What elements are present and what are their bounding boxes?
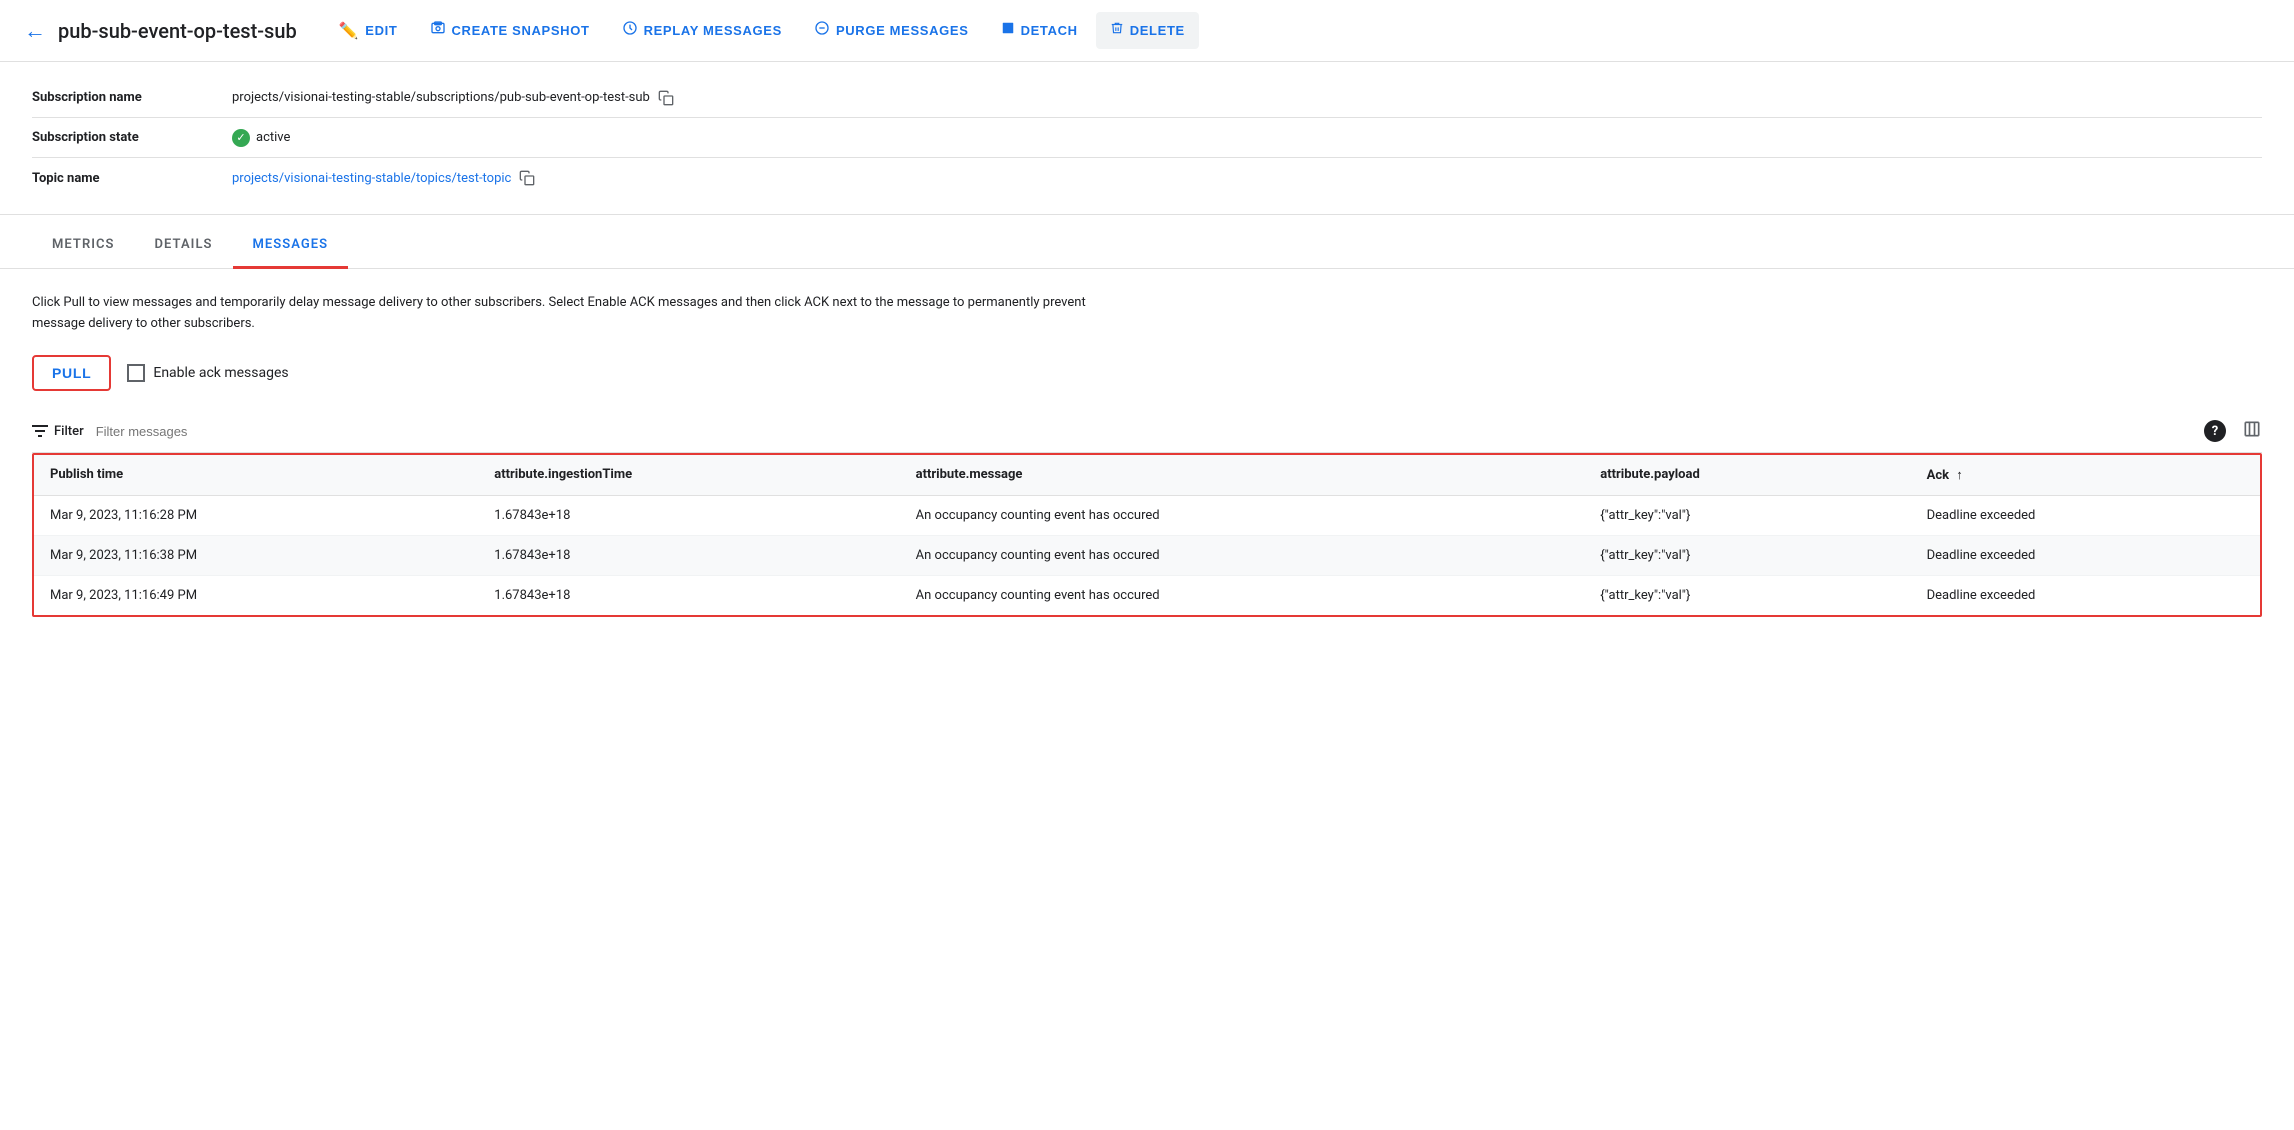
cell-publish_time: Mar 9, 2023, 11:16:38 PM [34, 535, 478, 575]
cell-ingestion_time: 1.67843e+18 [478, 575, 899, 615]
topic-name-link[interactable]: projects/visionai-testing-stable/topics/… [232, 171, 511, 186]
cell-ack: Deadline exceeded [1911, 535, 2260, 575]
replay-messages-button[interactable]: REPLAY MESSAGES [608, 12, 796, 49]
columns-icon[interactable] [2242, 419, 2262, 444]
filter-bar: Filter ? [32, 411, 2262, 453]
toolbar-actions: ✏️ EDIT CREATE SNAPSHOT REPLAY MESSAGES … [325, 12, 1199, 49]
cell-ingestion_time: 1.67843e+18 [478, 535, 899, 575]
ack-messages-checkbox[interactable] [127, 364, 145, 382]
cell-publish_time: Mar 9, 2023, 11:16:49 PM [34, 575, 478, 615]
table-row: Mar 9, 2023, 11:16:49 PM1.67843e+18An oc… [34, 575, 2260, 615]
cell-payload: {"attr_key":"val"} [1584, 495, 1910, 535]
detach-icon [1001, 21, 1015, 40]
ack-messages-label[interactable]: Enable ack messages [127, 364, 288, 382]
cell-payload: {"attr_key":"val"} [1584, 575, 1910, 615]
filter-icon [32, 425, 48, 437]
col-message: attribute.message [900, 455, 1585, 496]
tabs-bar: METRICS DETAILS MESSAGES [0, 223, 2294, 269]
cell-ingestion_time: 1.67843e+18 [478, 495, 899, 535]
delete-button[interactable]: DELETE [1096, 12, 1199, 49]
copy-subscription-name-icon[interactable] [658, 90, 674, 106]
delete-icon [1110, 20, 1124, 41]
table-row: Mar 9, 2023, 11:16:38 PM1.67843e+18An oc… [34, 535, 2260, 575]
cell-message: An occupancy counting event has occured [900, 495, 1585, 535]
cell-ack: Deadline exceeded [1911, 495, 2260, 535]
back-button[interactable]: ← [24, 18, 46, 44]
toolbar: ← pub-sub-event-op-test-sub ✏️ EDIT CREA… [0, 0, 2294, 62]
subscription-name-row: Subscription name projects/visionai-test… [32, 78, 2262, 118]
subscription-name-value: projects/visionai-testing-stable/subscri… [232, 90, 674, 106]
subscription-name-label: Subscription name [32, 90, 232, 105]
purge-messages-button[interactable]: PURGE MESSAGES [800, 12, 983, 49]
messages-table: Publish time attribute.ingestionTime att… [34, 455, 2260, 615]
copy-topic-name-icon[interactable] [519, 170, 535, 186]
detach-button[interactable]: DETACH [987, 13, 1092, 48]
table-header-row: Publish time attribute.ingestionTime att… [34, 455, 2260, 496]
topic-name-row: Topic name projects/visionai-testing-sta… [32, 158, 2262, 198]
cell-message: An occupancy counting event has occured [900, 575, 1585, 615]
pull-button[interactable]: PULL [32, 355, 111, 391]
filter-input[interactable] [96, 424, 2192, 439]
col-publish-time: Publish time [34, 455, 478, 496]
edit-button[interactable]: ✏️ EDIT [325, 13, 412, 49]
purge-icon [814, 20, 830, 41]
subscription-state-label: Subscription state [32, 130, 232, 145]
snapshot-icon [430, 20, 446, 41]
tab-details[interactable]: DETAILS [135, 223, 233, 269]
col-payload: attribute.payload [1584, 455, 1910, 496]
help-icon[interactable]: ? [2204, 420, 2226, 442]
cell-ack: Deadline exceeded [1911, 575, 2260, 615]
cell-publish_time: Mar 9, 2023, 11:16:28 PM [34, 495, 478, 535]
description-text: Click Pull to view messages and temporar… [32, 293, 1132, 335]
pull-row: PULL Enable ack messages [32, 355, 2262, 391]
page-title: pub-sub-event-op-test-sub [58, 19, 297, 43]
cell-message: An occupancy counting event has occured [900, 535, 1585, 575]
create-snapshot-button[interactable]: CREATE SNAPSHOT [416, 12, 604, 49]
edit-icon: ✏️ [339, 21, 360, 41]
filter-right: ? [2204, 419, 2262, 444]
ack-sort-icon: ↑ [1956, 467, 1963, 483]
col-ingestion-time: attribute.ingestionTime [478, 455, 899, 496]
cell-payload: {"attr_key":"val"} [1584, 535, 1910, 575]
status-check-icon: ✓ [232, 129, 250, 147]
tab-messages[interactable]: MESSAGES [233, 223, 349, 269]
replay-icon [622, 20, 638, 41]
content-area: Click Pull to view messages and temporar… [0, 269, 2294, 641]
status-active: ✓ active [232, 129, 290, 147]
tab-metrics[interactable]: METRICS [32, 223, 135, 269]
topic-name-label: Topic name [32, 171, 232, 186]
subscription-state-value: ✓ active [232, 129, 290, 147]
table-row: Mar 9, 2023, 11:16:28 PM1.67843e+18An oc… [34, 495, 2260, 535]
col-ack[interactable]: Ack ↑ [1911, 455, 2260, 496]
messages-table-wrapper: Publish time attribute.ingestionTime att… [32, 453, 2262, 617]
subscription-state-row: Subscription state ✓ active [32, 118, 2262, 158]
back-arrow-icon: ← [24, 18, 46, 44]
ack-label-text: Enable ack messages [153, 365, 288, 381]
filter-label[interactable]: Filter [32, 424, 84, 439]
topic-name-value: projects/visionai-testing-stable/topics/… [232, 170, 535, 186]
info-section: Subscription name projects/visionai-test… [0, 62, 2294, 215]
